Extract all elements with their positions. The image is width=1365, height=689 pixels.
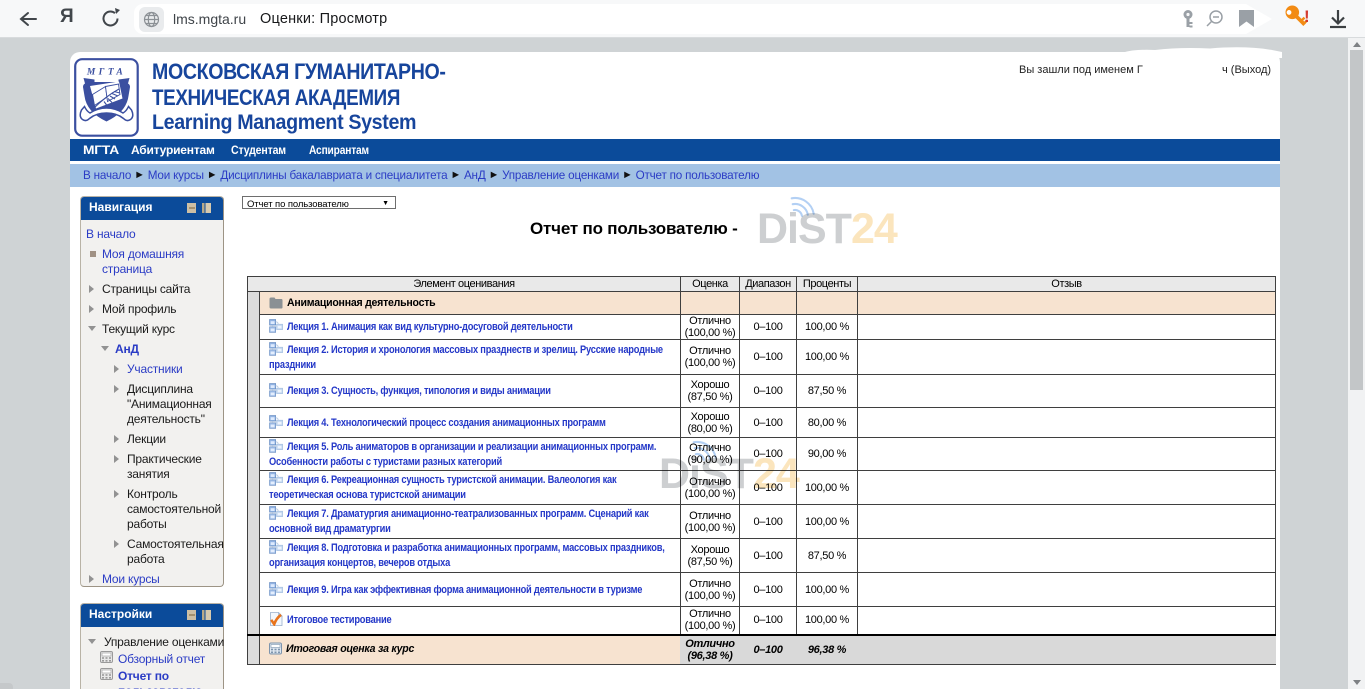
svg-text:МГТА: МГТА	[86, 68, 126, 78]
svg-text:!: !	[1304, 7, 1310, 26]
